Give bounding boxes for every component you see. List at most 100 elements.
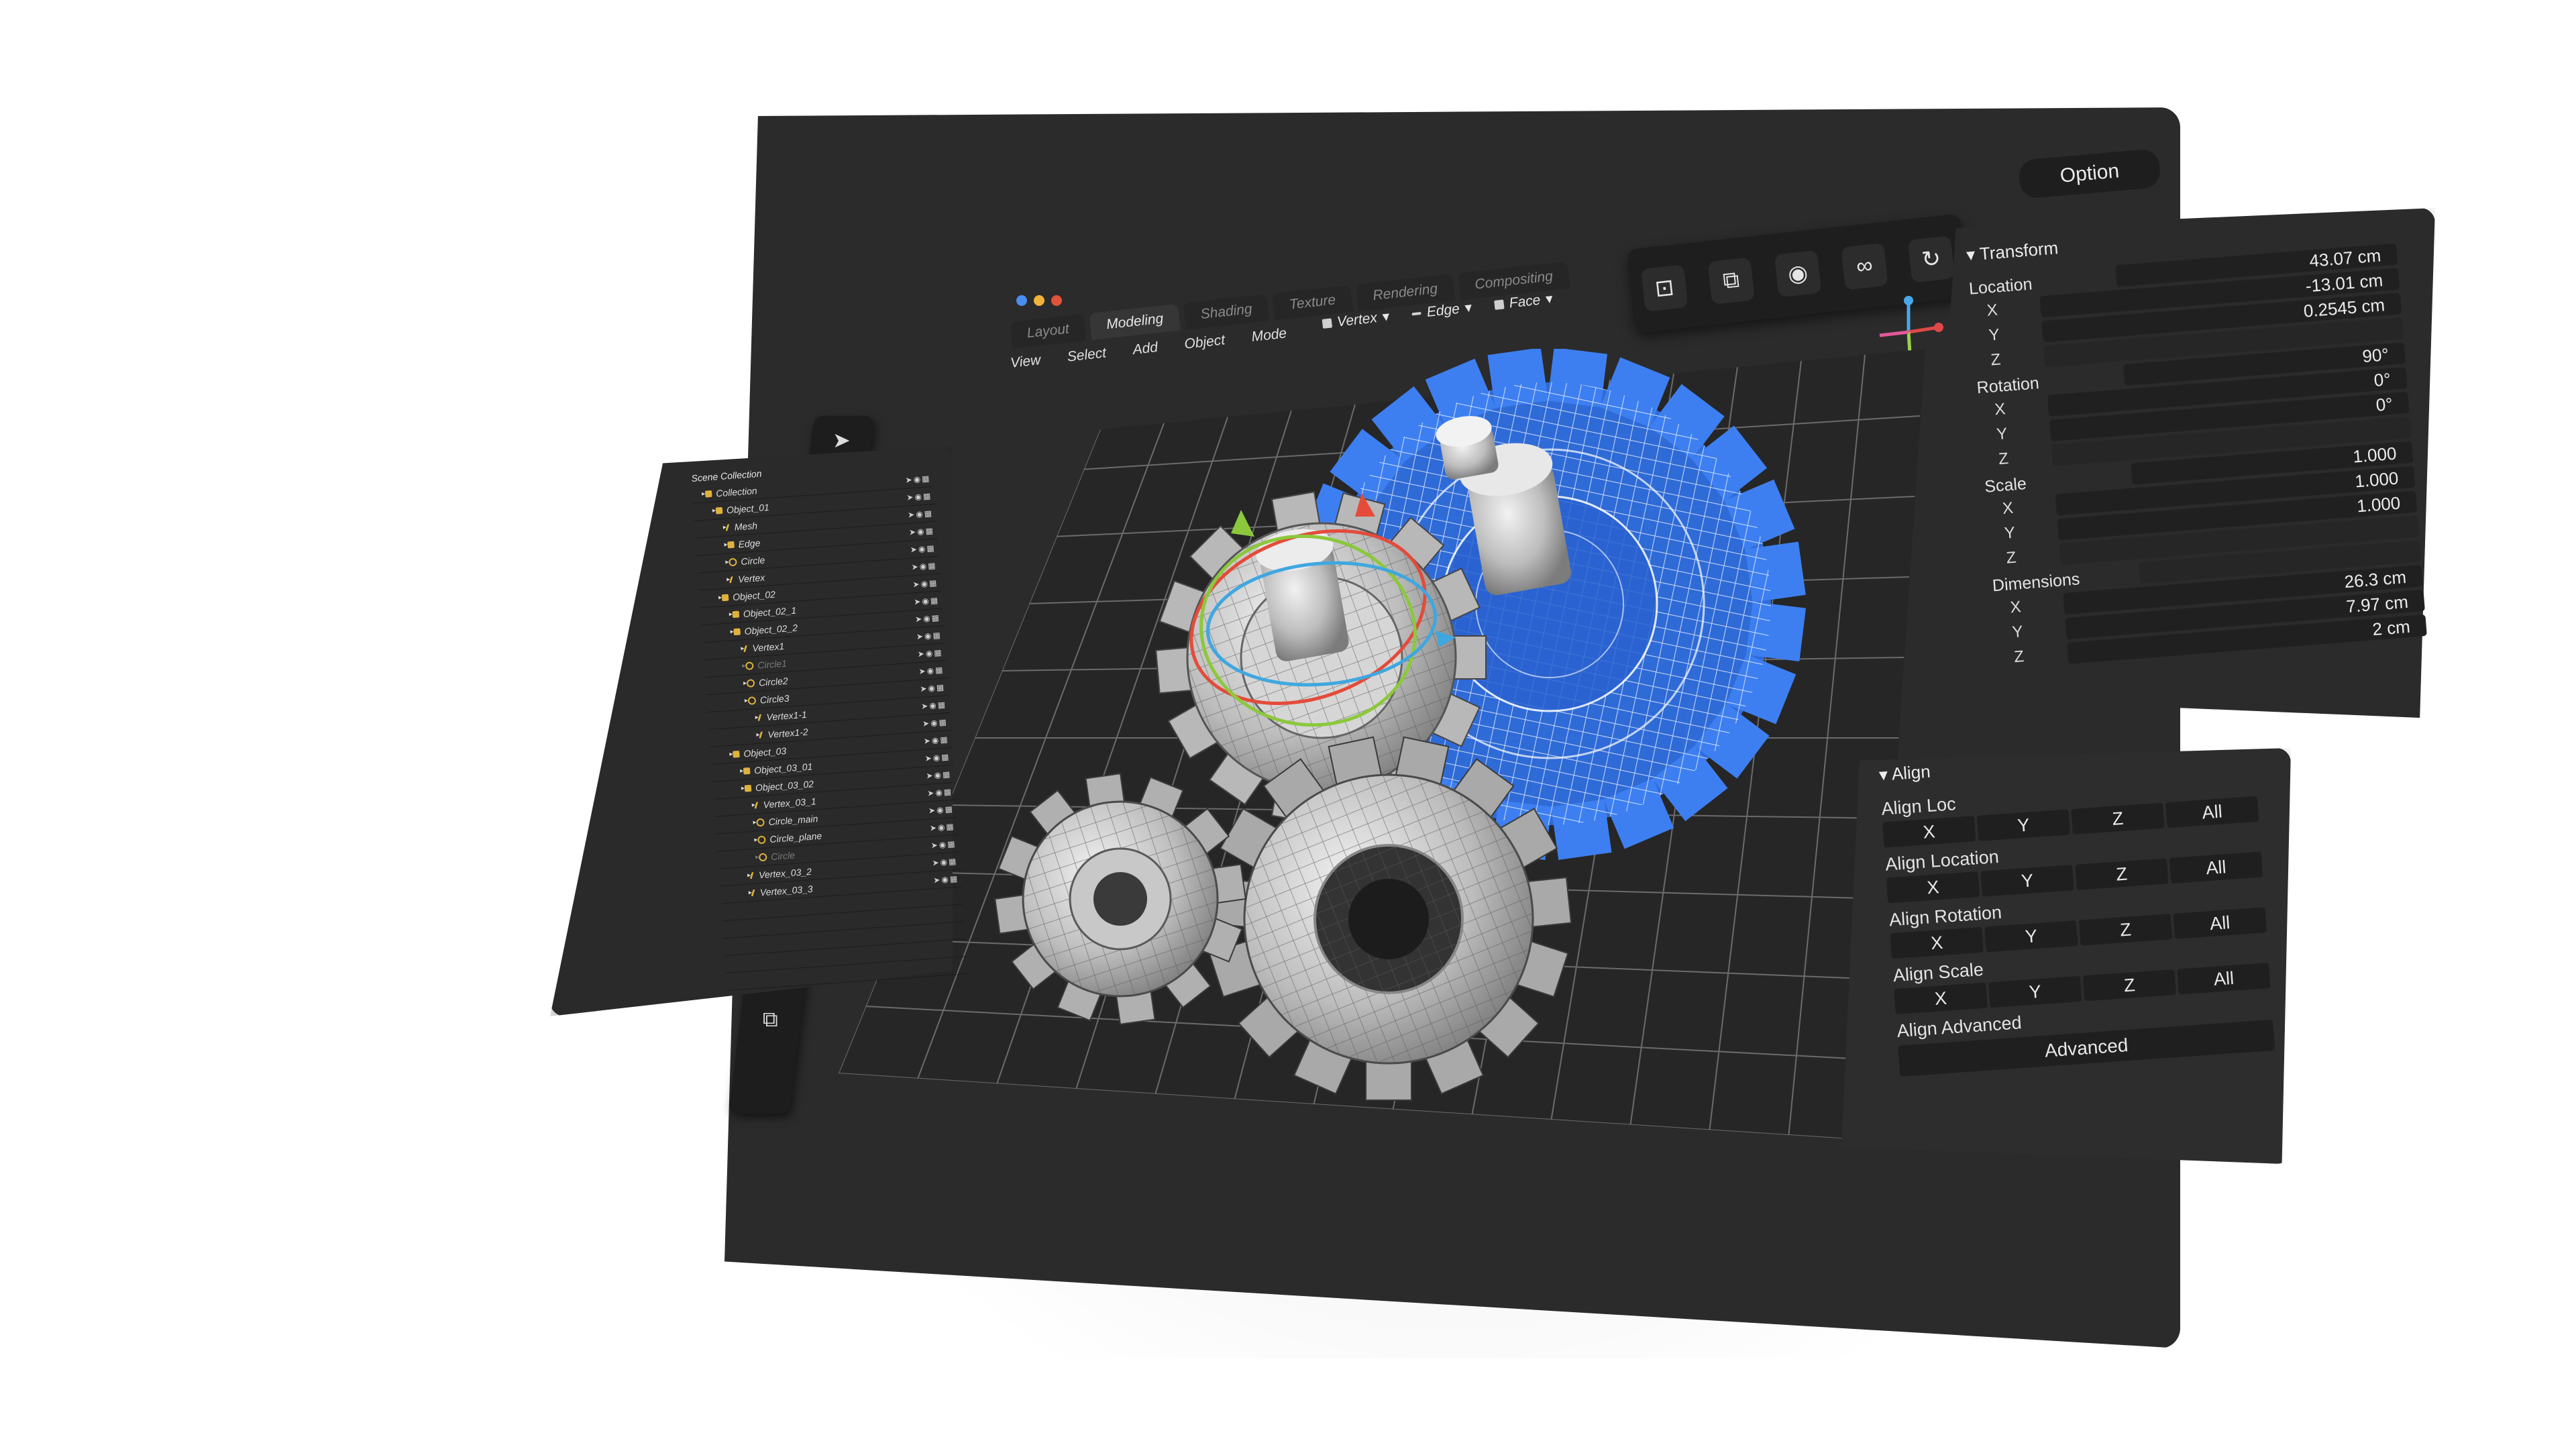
circle-object-icon	[747, 696, 757, 705]
visibility-flags-icon[interactable]: ➤◉▦	[924, 752, 951, 763]
vertex-icon	[759, 731, 765, 739]
visibility-flags-icon[interactable]: ➤◉▦	[911, 560, 937, 572]
outliner-item-label: Vertex	[737, 572, 765, 584]
close-dot-icon[interactable]	[1016, 295, 1027, 306]
visibility-flags-icon[interactable]: ➤◉▦	[914, 595, 940, 606]
folder-icon	[743, 767, 751, 775]
outliner-item-label: Mesh	[734, 519, 758, 533]
visibility-flags-icon[interactable]: ➤◉▦	[917, 647, 943, 659]
folder-icon	[715, 506, 723, 515]
outliner-item-label: Circle	[740, 554, 765, 567]
outliner-item-label: Circle	[770, 849, 796, 862]
visibility-flags-icon[interactable]: ➤◉▦	[910, 543, 936, 554]
visibility-flags-icon[interactable]: ➤◉▦	[922, 717, 949, 729]
align-scale-all-button[interactable]: All	[2177, 963, 2271, 995]
visibility-flags-icon[interactable]: ➤◉▦	[916, 630, 942, 641]
visibility-flags-icon[interactable]: ➤◉▦	[909, 525, 935, 537]
folder-icon	[744, 784, 752, 792]
visibility-flags-icon[interactable]: ➤◉▦	[926, 769, 952, 781]
outliner-item-label: Edge	[738, 537, 761, 549]
visibility-flags-icon[interactable]: ➤◉▦	[921, 700, 947, 711]
align-rotation-z-button[interactable]: Z	[2078, 914, 2173, 946]
duplicate-icon[interactable]: ⧉	[740, 996, 800, 1044]
outliner-item-label: Object_02_1	[743, 604, 797, 619]
align-rotation-x-button[interactable]: X	[1890, 926, 1984, 959]
edge-icon	[727, 541, 735, 548]
outliner-item-label: Circle1	[757, 657, 788, 671]
3d-viewport[interactable]	[839, 349, 1925, 1174]
visibility-flags-icon[interactable]: ➤◉▦	[929, 821, 955, 833]
outliner-item-label: Circle_main	[768, 812, 818, 827]
circle-object-icon	[756, 818, 765, 826]
align-loc-x-button[interactable]: X	[1882, 816, 1976, 848]
visibility-flags-icon[interactable]: ➤◉▦	[923, 735, 949, 746]
visibility-flags-icon[interactable]: ➤◉▦	[908, 508, 934, 519]
visibility-flags-icon[interactable]: ➤◉▦	[928, 804, 955, 815]
visibility-flags-icon[interactable]: ➤◉▦	[932, 856, 958, 867]
outliner-item-label: Object_03_02	[755, 777, 814, 793]
proportional-icon[interactable]: ⧉	[1707, 257, 1755, 305]
outliner-item-label: Vertex1-2	[767, 726, 809, 740]
align-location-all-button[interactable]: All	[2169, 851, 2263, 883]
outliner-item-label: Object_02_2	[744, 621, 798, 637]
link-icon[interactable]: ∞	[1841, 242, 1888, 290]
vertex-icon	[749, 871, 756, 879]
circle-object-icon	[729, 557, 737, 566]
edge-mode-icon	[1411, 311, 1422, 315]
align-location-y-button[interactable]: Y	[1980, 865, 2074, 897]
align-location-x-button[interactable]: X	[1886, 871, 1980, 904]
outliner-item-label: Object_02	[732, 588, 776, 602]
outliner-item-label: Collection	[715, 484, 758, 498]
align-scale-y-button[interactable]: Y	[1988, 975, 2082, 1008]
align-scale-z-button[interactable]: Z	[2082, 969, 2176, 1002]
visibility-flags-icon[interactable]: ➤◉▦	[906, 491, 932, 502]
visibility-flags-icon[interactable]: ➤◉▦	[912, 578, 938, 589]
circle-object-icon	[745, 661, 754, 670]
pivot-icon[interactable]: ◉	[1774, 250, 1822, 297]
folder-icon	[733, 627, 741, 635]
align-loc-z-button[interactable]: Z	[2071, 802, 2165, 835]
outliner-item-label: Vertex1-1	[766, 708, 808, 722]
align-location-z-button[interactable]: Z	[2075, 858, 2169, 890]
refresh-icon[interactable]: ↻	[1907, 235, 1955, 283]
align-loc-all-button[interactable]: All	[2165, 796, 2259, 828]
outliner-item-label: Object_03_01	[753, 760, 813, 775]
visibility-flags-icon[interactable]: ➤◉▦	[905, 474, 931, 485]
visibility-flags-icon[interactable]: ➤◉▦	[915, 612, 941, 624]
vertex-mode-icon	[1322, 317, 1333, 329]
align-rotation-y-button[interactable]: Y	[1984, 920, 2078, 953]
folder-icon	[732, 610, 740, 618]
maximize-dot-icon[interactable]	[1051, 295, 1062, 306]
vertex-icon	[754, 801, 761, 809]
folder-icon	[721, 594, 729, 601]
outliner-item-label: Vertex_03_1	[763, 795, 817, 810]
visibility-flags-icon[interactable]: ➤◉▦	[930, 839, 957, 850]
visibility-flags-icon[interactable]: ➤◉▦	[920, 682, 946, 694]
window-controls	[1016, 295, 1062, 306]
vertex-icon	[757, 713, 764, 721]
minimize-dot-icon[interactable]	[1034, 295, 1044, 306]
vertex-icon	[743, 645, 749, 652]
circle-object-icon	[758, 853, 767, 861]
vertex-icon	[725, 523, 732, 531]
outliner-item-label: Circle3	[759, 692, 790, 706]
scene-collection-list: Scene Collection ▸ Collection ➤◉▦ ▸ Object…	[691, 456, 969, 991]
outliner-item-label: Object_01	[726, 501, 770, 515]
app-scene: Option Layout Modeling Shading Texture R…	[0, 0, 2576, 1449]
vertex-icon	[751, 889, 757, 896]
outliner-item-label: Circle2	[758, 675, 789, 688]
outliner-item-label: Vertex_03_3	[759, 883, 814, 898]
align-scale-x-button[interactable]: X	[1894, 982, 1988, 1015]
align-rotation-all-button[interactable]: All	[2173, 907, 2267, 939]
align-properties: ▾ Align Align Loc X Y Z All Align Locati…	[1878, 739, 2275, 1077]
outliner-item-label: Object_03	[743, 745, 787, 759]
folder-icon	[704, 490, 712, 498]
circle-object-icon	[757, 835, 766, 844]
outliner-item-label: Vertex1	[751, 640, 785, 653]
visibility-flags-icon[interactable]: ➤◉▦	[918, 665, 945, 676]
snap-icon[interactable]: ⊡	[1640, 264, 1688, 312]
folder-icon	[733, 750, 740, 758]
align-loc-y-button[interactable]: Y	[1976, 809, 2070, 841]
visibility-flags-icon[interactable]: ➤◉▦	[933, 873, 959, 885]
visibility-flags-icon[interactable]: ➤◉▦	[927, 786, 953, 798]
